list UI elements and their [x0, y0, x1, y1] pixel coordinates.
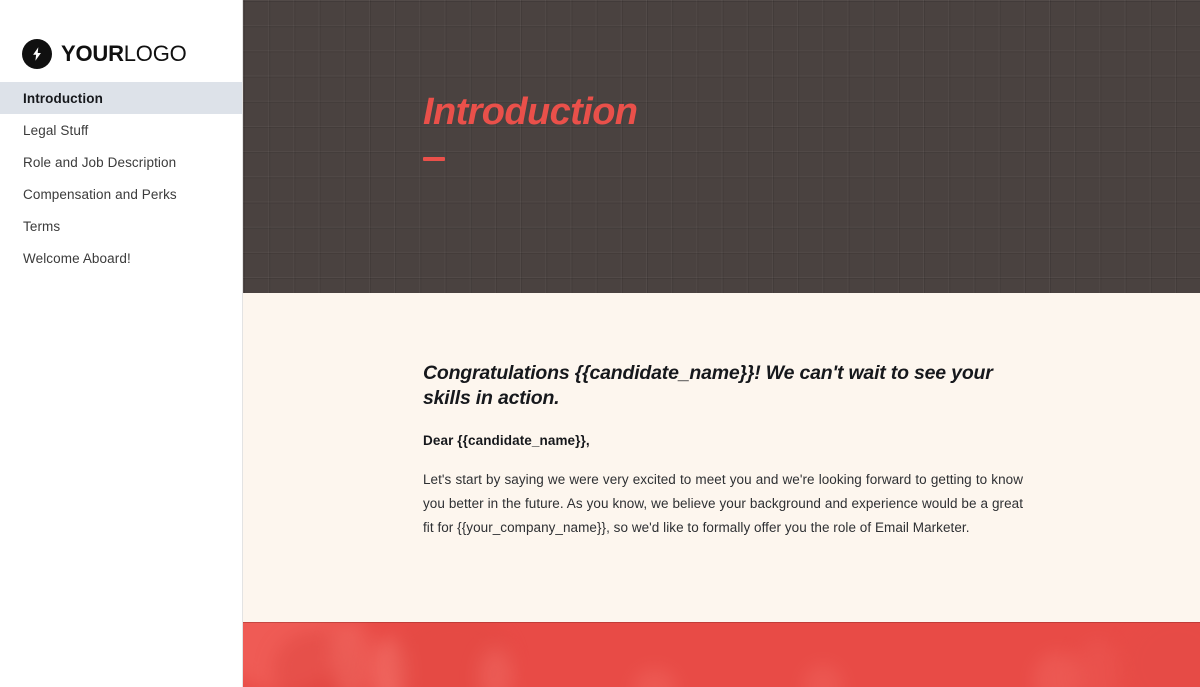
- sidebar-item-label: Introduction: [23, 90, 103, 106]
- logo-text: YOURLOGO: [61, 40, 187, 66]
- hero-header: Introduction: [243, 0, 1200, 293]
- body-section: Congratulations {{candidate_name}}! We c…: [243, 293, 1200, 622]
- band-top-edge: [243, 622, 1200, 623]
- band-texture: [243, 622, 1200, 687]
- page-title: Introduction: [423, 91, 638, 133]
- title-divider: [423, 157, 445, 161]
- body-heading: Congratulations {{candidate_name}}! We c…: [423, 362, 993, 410]
- sidebar-item-compensation-and-perks[interactable]: Compensation and Perks: [0, 178, 242, 210]
- logo-text-light: LOGO: [123, 40, 187, 66]
- sidebar-item-label: Role and Job Description: [23, 154, 177, 170]
- sidebar-item-role-and-job-description[interactable]: Role and Job Description: [0, 146, 242, 178]
- document-preview-page: YOURLOGO Introduction Legal Stuff Role a…: [0, 0, 1200, 687]
- logo[interactable]: YOURLOGO: [0, 0, 242, 79]
- sidebar-item-label: Welcome Aboard!: [23, 250, 131, 266]
- sidebar-nav: Introduction Legal Stuff Role and Job De…: [0, 82, 242, 274]
- sidebar-item-label: Legal Stuff: [23, 122, 89, 138]
- sidebar-item-label: Terms: [23, 218, 61, 234]
- sidebar: YOURLOGO Introduction Legal Stuff Role a…: [0, 0, 243, 687]
- footer-image-band: [243, 622, 1200, 687]
- body-salutation: Dear {{candidate_name}},: [423, 433, 590, 449]
- document-canvas: Introduction Congratulations {{candidate…: [243, 0, 1200, 687]
- logo-text-bold: YOUR: [61, 40, 124, 66]
- sidebar-item-label: Compensation and Perks: [23, 186, 177, 202]
- sidebar-item-terms[interactable]: Terms: [0, 210, 242, 242]
- sidebar-item-welcome-aboard[interactable]: Welcome Aboard!: [0, 242, 242, 274]
- sidebar-item-legal-stuff[interactable]: Legal Stuff: [0, 114, 242, 146]
- sidebar-item-introduction[interactable]: Introduction: [0, 82, 242, 114]
- body-paragraph: Let's start by saying we were very excit…: [423, 472, 1023, 536]
- lightning-bolt-icon: [22, 38, 52, 69]
